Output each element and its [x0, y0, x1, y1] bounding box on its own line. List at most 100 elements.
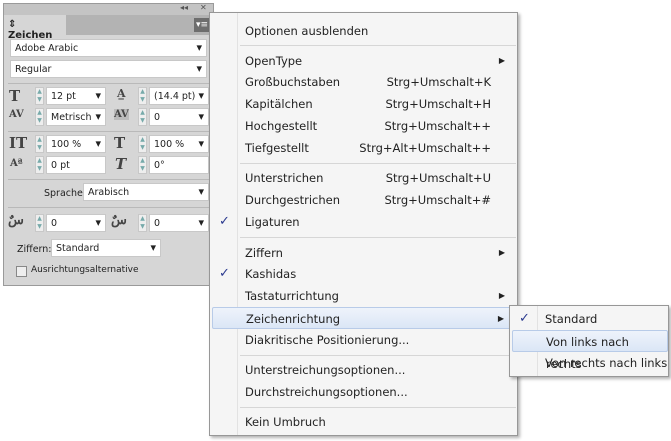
menu-item-kapitälchen[interactable]: Kapitälchen Strg+Umschalt+H — [212, 93, 515, 115]
diacritic-y-input[interactable]: 0 — [149, 214, 209, 232]
menu-item-tastaturrichtung[interactable]: Tastaturrichtung ▶ — [212, 285, 515, 307]
font-size-input[interactable]: 12 pt — [46, 87, 106, 105]
vertical-scale-input[interactable]: 100 % — [46, 135, 106, 153]
skew-stepper[interactable]: ▲ ▼ — [138, 156, 147, 174]
submenu-arrow-icon: ▶ — [498, 248, 505, 257]
menu-item-diakritische-positionierung[interactable]: Diakritische Positionierung... — [212, 329, 515, 351]
font-style-value: Regular — [15, 64, 52, 75]
menu-item-label: Großbuchstaben — [245, 75, 341, 89]
menu-item-zeichenrichtung[interactable]: Zeichenrichtung ▶ — [212, 307, 515, 329]
kerning-stepper[interactable]: ▲ ▼ — [35, 108, 44, 126]
menu-item-shortcut: Strg+Umschalt++ — [384, 119, 491, 133]
diacritic-x-input[interactable]: 0 — [46, 214, 106, 232]
digits-select[interactable]: Standard — [51, 239, 161, 257]
language-value: Arabisch — [88, 187, 130, 198]
menu-item-kashidas[interactable]: ✓ Kashidas — [212, 263, 515, 285]
diacritic-y-stepper[interactable]: ▲ ▼ — [138, 214, 147, 232]
menu-item-label: OpenType — [245, 54, 303, 68]
menu-item-hochgestellt[interactable]: Hochgestellt Strg+Umschalt++ — [212, 115, 515, 137]
menu-item-ziffern[interactable]: Ziffern ▶ — [212, 242, 515, 264]
menu-separator — [240, 45, 516, 46]
font-size-stepper[interactable]: ▲ ▼ — [35, 87, 44, 105]
menu-item-großbuchstaben[interactable]: Großbuchstaben Strg+Umschalt+K — [212, 71, 515, 93]
collapse-icon[interactable]: ◂◂ — [180, 3, 188, 12]
menu-item-label: Durchstreichungsoptionen... — [245, 385, 408, 399]
diacritic-y-icon: سٌ — [111, 213, 127, 228]
menu-separator — [240, 237, 516, 238]
menu-item-label: Durchgestrichen — [245, 193, 341, 207]
panel-menu-icon[interactable]: ▾≡ — [194, 18, 210, 32]
menu-item-shortcut: Strg+Umschalt+U — [385, 171, 491, 185]
skew-value: 0° — [154, 160, 165, 171]
font-size-icon: T — [9, 87, 21, 105]
tracking-input[interactable]: 0 — [149, 108, 209, 126]
menu-separator — [240, 163, 516, 164]
divider — [8, 131, 210, 132]
kerning-value: Metrisch — [51, 112, 92, 123]
kerning-select[interactable]: Metrisch — [46, 108, 106, 126]
font-family-select[interactable]: Adobe Arabic — [10, 39, 207, 57]
panel-title-bar: ◂◂ ✕ — [4, 3, 213, 15]
menu-item-label: Zeichenrichtung — [246, 312, 341, 326]
vertical-scale-value: 100 % — [51, 139, 82, 150]
tab-arrows-icon: ⇕ — [8, 19, 17, 30]
diacritic-x-stepper[interactable]: ▲ ▼ — [35, 214, 44, 232]
menu-item-label: Kapitälchen — [245, 97, 313, 111]
menu-item-label: Unterstreichungsoptionen... — [245, 363, 406, 377]
font-size-value: 12 pt — [51, 91, 76, 102]
menu-item-unterstrichen[interactable]: Unterstrichen Strg+Umschalt+U — [212, 167, 515, 189]
vertical-scale-stepper[interactable]: ▲ ▼ — [35, 135, 44, 153]
menu-item-label: Kein Umbruch — [245, 415, 326, 429]
kerning-icon: AV — [9, 109, 24, 120]
baseline-shift-input[interactable]: 0 pt — [46, 156, 106, 174]
baseline-shift-value: 0 pt — [51, 160, 70, 171]
digits-value: Standard — [56, 243, 100, 254]
skew-input[interactable]: 0° — [149, 156, 209, 174]
tab-row: ⇕ Zeichen ▾≡ — [4, 15, 213, 41]
zeichenrichtung-submenu: ✓ Standard Von links nach rechts Von rechts… — [509, 305, 669, 377]
font-style-select[interactable]: Regular — [10, 60, 207, 78]
panel-flyout-menu: Optionen ausblenden OpenType ▶ Großbuchstab… — [209, 12, 518, 436]
leading-input[interactable]: (14.4 pt) — [149, 87, 209, 105]
menu-item-shortcut: Strg+Alt+Umschalt++ — [359, 141, 491, 155]
justification-alternate-checkbox[interactable] — [16, 266, 27, 277]
diacritic-x-icon: سٌ — [8, 213, 24, 228]
tab-zeichen[interactable]: ⇕ Zeichen — [4, 15, 66, 41]
skew-icon: T — [115, 155, 127, 173]
menu-item-standard[interactable]: ✓ Standard — [512, 308, 668, 330]
digits-label: Ziffern: — [17, 244, 52, 255]
menu-item-label: Optionen ausblenden — [245, 24, 369, 38]
menu-item-optionen-ausblenden[interactable]: Optionen ausblenden — [212, 20, 515, 42]
menu-item-unterstreichungsoptionen[interactable]: Unterstreichungsoptionen... — [212, 359, 515, 381]
checkmark-icon: ✓ — [219, 214, 230, 229]
menu-item-label: Tastaturrichtung — [245, 289, 339, 303]
submenu-arrow-icon: ▶ — [498, 291, 505, 300]
menu-separator — [240, 407, 516, 408]
menu-item-label: Diakritische Positionierung... — [245, 333, 410, 347]
leading-stepper[interactable]: ▲ ▼ — [138, 87, 147, 105]
diacritic-y-value: 0 — [154, 218, 161, 229]
checkmark-icon: ✓ — [219, 266, 230, 281]
horizontal-scale-stepper[interactable]: ▲ ▼ — [138, 135, 147, 153]
menu-item-label: Kashidas — [245, 267, 297, 281]
menu-item-label: Unterstrichen — [245, 171, 324, 185]
justification-alternate-label: Ausrichtungsalternative — [31, 265, 139, 275]
horizontal-scale-input[interactable]: 100 % — [149, 135, 209, 153]
language-select[interactable]: Arabisch — [83, 183, 209, 201]
menu-item-kein-umbruch[interactable]: Kein Umbruch — [212, 411, 515, 433]
tracking-stepper[interactable]: ▲ ▼ — [138, 108, 147, 126]
menu-item-shortcut: Strg+Umschalt+# — [384, 193, 491, 207]
menu-item-durchgestrichen[interactable]: Durchgestrichen Strg+Umschalt+# — [212, 189, 515, 211]
menu-item-label: Standard — [545, 312, 598, 326]
menu-item-ligaturen[interactable]: ✓ Ligaturen — [212, 211, 515, 233]
menu-item-shortcut: Strg+Umschalt+K — [386, 75, 491, 89]
close-icon[interactable]: ✕ — [200, 3, 207, 12]
menu-item-von-rechts-nach-links[interactable]: Von rechts nach links — [512, 352, 668, 374]
menu-item-opentype[interactable]: OpenType ▶ — [212, 50, 515, 72]
font-family-value: Adobe Arabic — [15, 43, 79, 54]
horizontal-scale-icon: T — [114, 134, 126, 152]
menu-item-tiefgestellt[interactable]: Tiefgestellt Strg+Alt+Umschalt++ — [212, 137, 515, 159]
menu-item-von-links-nach-rechts[interactable]: Von links nach rechts — [512, 330, 668, 371]
baseline-shift-stepper[interactable]: ▲ ▼ — [35, 156, 44, 174]
menu-item-durchstreichungsoptionen[interactable]: Durchstreichungsoptionen... — [212, 381, 515, 403]
